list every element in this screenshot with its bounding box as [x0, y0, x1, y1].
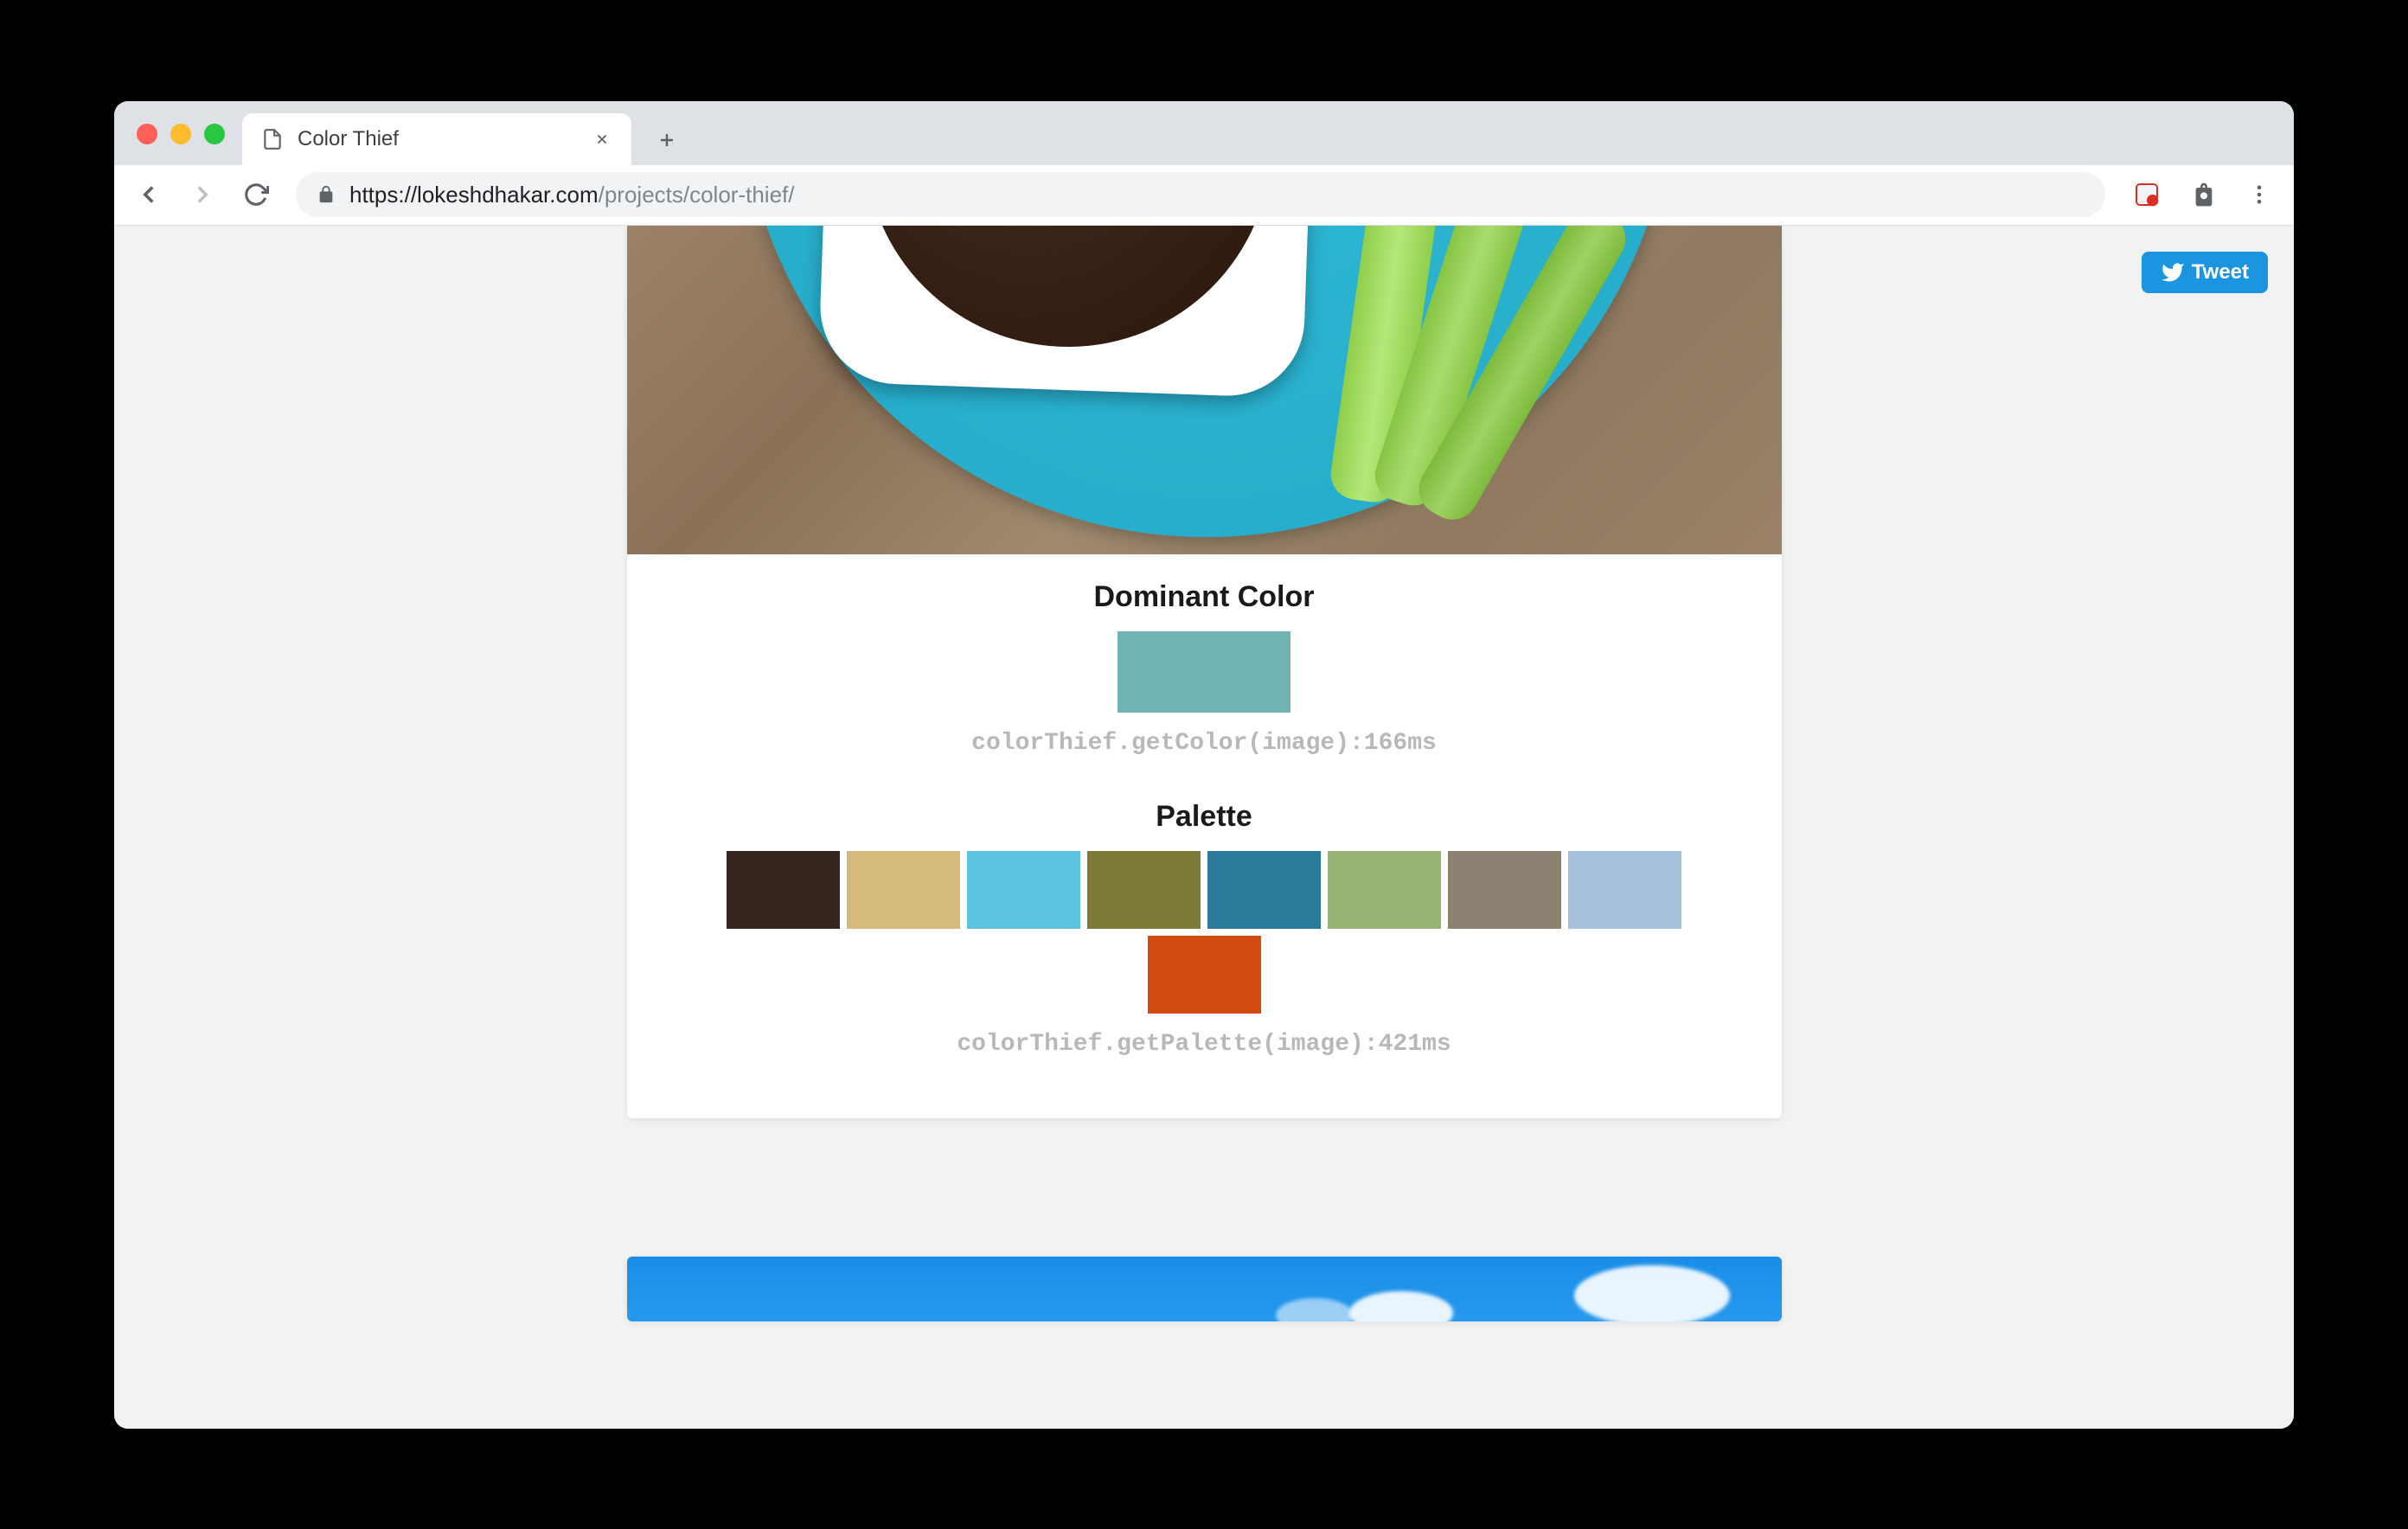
dominant-swatch: [1118, 631, 1290, 713]
menu-button[interactable]: [2238, 174, 2280, 215]
palette-swatch: [1328, 851, 1441, 929]
palette-swatch: [1207, 851, 1321, 929]
tab-title: Color Thief: [298, 127, 399, 151]
lock-icon: [317, 185, 336, 204]
back-button[interactable]: [128, 174, 170, 215]
demo-card-1: Dominant Color colorThief.getColor(image…: [627, 226, 1782, 1118]
palette-swatch: [967, 851, 1080, 929]
palette-swatch: [1087, 851, 1201, 929]
tab-close-button[interactable]: [590, 127, 614, 151]
url-path: /projects/color-thief/: [599, 182, 795, 208]
demo-card-2: [627, 1257, 1782, 1321]
reload-button[interactable]: [235, 174, 277, 215]
url-domain: lokeshdhakar.com: [417, 182, 599, 208]
palette-swatch: [1568, 851, 1681, 929]
browser-tab[interactable]: Color Thief: [242, 113, 631, 165]
browser-toolbar: https://lokeshdhakar.com/projects/color-…: [114, 165, 2294, 226]
tweet-button[interactable]: Tweet: [2142, 252, 2268, 293]
url-scheme: https://: [349, 182, 417, 208]
demo-image-1: [627, 226, 1782, 554]
window-controls: [137, 124, 225, 144]
palette-section: Palette colorThief.getPalette(image):421…: [627, 774, 1782, 1118]
window-maximize-button[interactable]: [204, 124, 225, 144]
palette-swatch: [1448, 851, 1561, 929]
forward-button[interactable]: [182, 174, 223, 215]
palette-heading: Palette: [627, 800, 1782, 834]
palette-code: colorThief.getPalette(image):421ms: [627, 1031, 1782, 1058]
page-icon: [259, 126, 285, 152]
window-close-button[interactable]: [137, 124, 157, 144]
extension-icon[interactable]: [2129, 177, 2164, 212]
profile-icon[interactable]: [2187, 177, 2221, 212]
page-content: Tweet Dominant Color colorThief.getColor…: [114, 226, 2294, 1429]
dominant-color-section: Dominant Color colorThief.getColor(image…: [627, 554, 1782, 774]
twitter-icon: [2161, 260, 2185, 285]
new-tab-button[interactable]: [645, 118, 688, 162]
palette-swatch: [727, 851, 840, 929]
dominant-heading: Dominant Color: [627, 580, 1782, 614]
window-minimize-button[interactable]: [170, 124, 191, 144]
browser-window: Color Thief https://lokeshdhakar.com/pro…: [114, 101, 2294, 1429]
demo-image-2: [627, 1257, 1782, 1321]
tab-bar: Color Thief: [114, 101, 2294, 165]
address-bar[interactable]: https://lokeshdhakar.com/projects/color-…: [296, 172, 2105, 217]
tweet-label: Tweet: [2192, 260, 2249, 285]
palette-swatch: [1148, 936, 1261, 1014]
palette-swatches: [720, 851, 1688, 1014]
palette-swatch: [847, 851, 960, 929]
dominant-code: colorThief.getColor(image):166ms: [627, 730, 1782, 757]
